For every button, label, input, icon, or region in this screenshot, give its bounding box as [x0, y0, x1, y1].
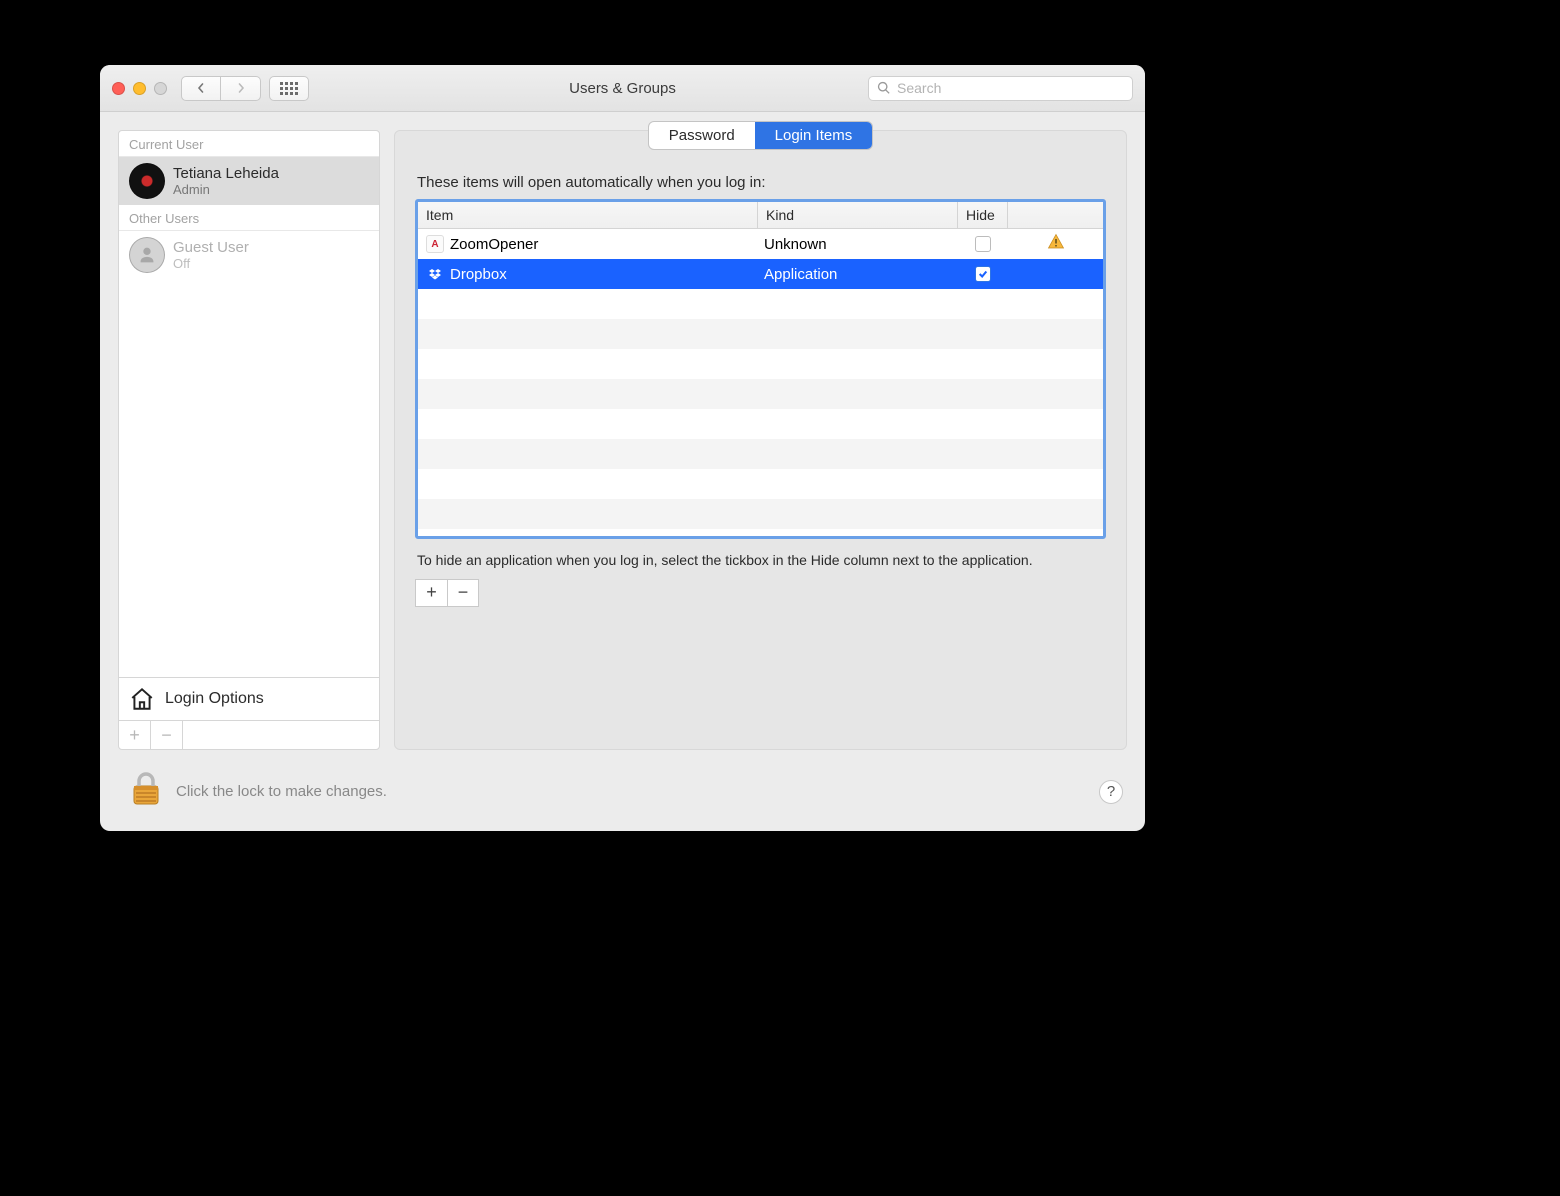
hide-checkbox[interactable]: [975, 236, 991, 252]
sidebar-item-guest-user[interactable]: Guest User Off: [119, 231, 379, 279]
show-all-button[interactable]: [269, 76, 309, 101]
table-row-empty: [418, 439, 1103, 469]
zoom-window-button[interactable]: [154, 82, 167, 95]
item-kind: Unknown: [758, 236, 958, 253]
table-row[interactable]: Dropbox Application: [418, 259, 1103, 289]
avatar: [129, 163, 165, 199]
close-window-button[interactable]: [112, 82, 125, 95]
user-status: Off: [173, 256, 249, 271]
item-name: Dropbox: [450, 266, 507, 283]
login-items-add-remove: + −: [415, 579, 1106, 607]
back-button[interactable]: [181, 76, 221, 101]
column-header-hide[interactable]: Hide: [958, 202, 1008, 228]
minimize-window-button[interactable]: [133, 82, 146, 95]
sidebar-header-current: Current User: [119, 131, 379, 157]
search-input[interactable]: [897, 80, 1124, 96]
house-icon: [129, 686, 155, 712]
forward-button[interactable]: [221, 76, 261, 101]
person-icon: [136, 244, 158, 266]
column-header-item[interactable]: Item: [418, 202, 758, 228]
table-header: Item Kind Hide: [418, 202, 1103, 229]
table-row-empty: [418, 469, 1103, 499]
sidebar-item-current-user[interactable]: Tetiana Leheida Admin: [119, 157, 379, 205]
table-row[interactable]: A ZoomOpener Unknown: [418, 229, 1103, 259]
bottom-bar: Click the lock to make changes. ?: [100, 760, 1145, 831]
login-items-table: Item Kind Hide A ZoomOpener Unknown Dropbox…: [415, 199, 1106, 539]
warning-icon: [1047, 233, 1065, 255]
item-name: ZoomOpener: [450, 236, 538, 253]
search-icon: [877, 81, 891, 95]
remove-user-button[interactable]: −: [151, 721, 183, 749]
search-field[interactable]: [868, 76, 1133, 101]
hide-checkbox[interactable]: [975, 266, 991, 282]
preferences-window: Users & Groups Current User Tetiana Lehe…: [100, 65, 1145, 831]
tab-login-items[interactable]: Login Items: [755, 122, 873, 149]
add-login-item-button[interactable]: +: [415, 579, 447, 607]
sidebar-add-remove: + −: [119, 720, 379, 749]
sidebar-header-other: Other Users: [119, 205, 379, 231]
table-row-empty: [418, 379, 1103, 409]
add-user-button[interactable]: +: [119, 721, 151, 749]
user-role: Admin: [173, 182, 279, 197]
table-row-empty: [418, 289, 1103, 319]
segmented-tabs: Password Login Items: [415, 121, 1106, 150]
content-area: Current User Tetiana Leheida Admin Other…: [100, 112, 1145, 760]
remove-login-item-button[interactable]: −: [447, 579, 479, 607]
lock-icon[interactable]: [130, 770, 162, 813]
grid-icon: [280, 82, 298, 95]
tab-password[interactable]: Password: [649, 122, 755, 149]
item-kind: Application: [758, 266, 958, 283]
table-row-empty: [418, 349, 1103, 379]
column-header-spacer: [1008, 202, 1103, 228]
avatar: [129, 237, 165, 273]
main-panel: Password Login Items These items will op…: [394, 130, 1127, 750]
lock-text: Click the lock to make changes.: [176, 783, 387, 800]
titlebar: Users & Groups: [100, 65, 1145, 112]
traffic-lights: [112, 82, 167, 95]
table-row-empty: [418, 409, 1103, 439]
table-row-empty: [418, 319, 1103, 349]
column-header-kind[interactable]: Kind: [758, 202, 958, 228]
login-options-label: Login Options: [165, 690, 264, 708]
hint-text: To hide an application when you log in, …: [417, 551, 1104, 571]
user-name: Guest User: [173, 239, 249, 256]
help-button[interactable]: ?: [1099, 780, 1123, 804]
intro-text: These items will open automatically when…: [417, 174, 1106, 191]
login-options-button[interactable]: Login Options: [119, 677, 379, 720]
dropbox-icon: [426, 265, 444, 283]
zoom-icon: A: [426, 235, 444, 253]
user-name: Tetiana Leheida: [173, 165, 279, 182]
table-row-empty: [418, 499, 1103, 529]
nav-buttons: [181, 76, 261, 101]
users-sidebar: Current User Tetiana Leheida Admin Other…: [118, 130, 380, 750]
